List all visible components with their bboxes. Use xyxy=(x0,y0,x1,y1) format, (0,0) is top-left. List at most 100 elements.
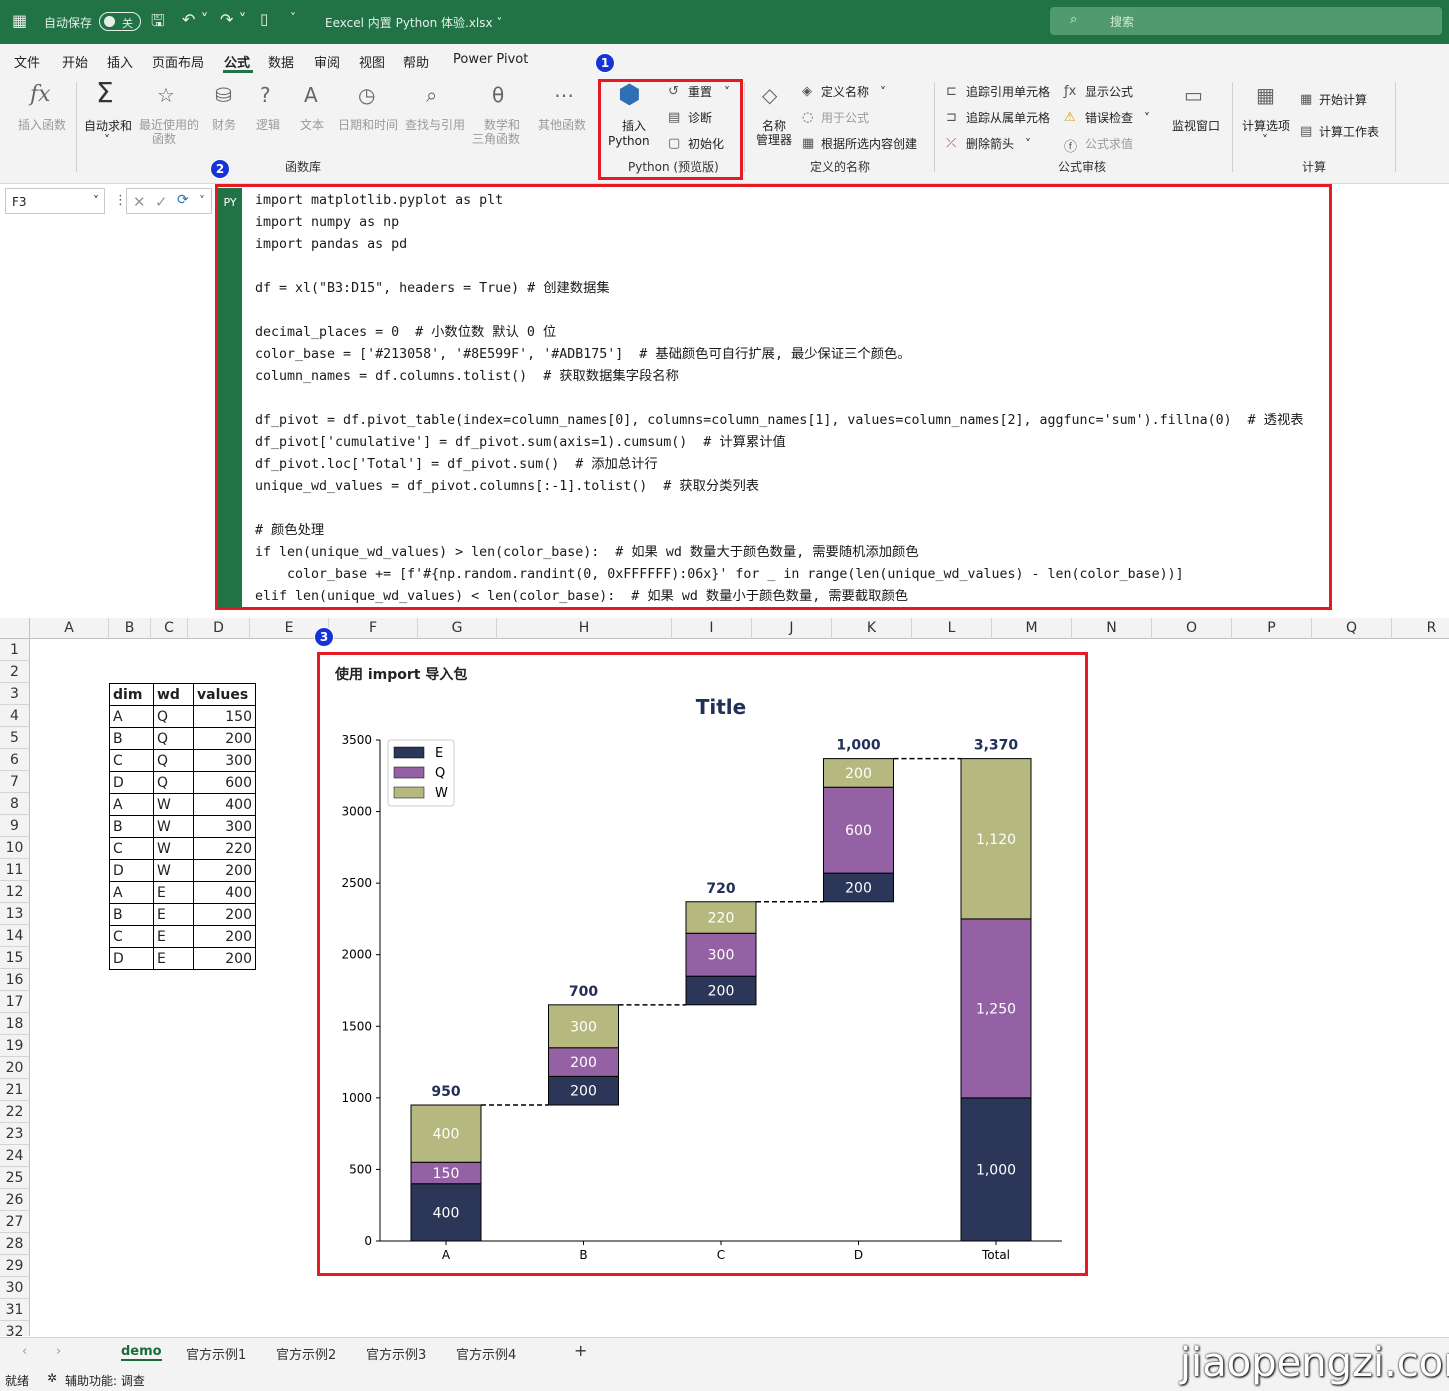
search-box[interactable]: ⌕ 搜索 xyxy=(1050,7,1442,35)
column-header[interactable]: L xyxy=(912,618,992,639)
column-header[interactable]: J xyxy=(752,618,832,639)
cancel-icon[interactable]: ✕ xyxy=(133,193,146,211)
row-header[interactable]: 24 xyxy=(0,1145,30,1167)
row-header[interactable]: 9 xyxy=(0,815,30,837)
tab-formulas[interactable]: 公式 xyxy=(224,52,250,71)
row-header[interactable]: 11 xyxy=(0,859,30,881)
table-cell[interactable]: 600 xyxy=(193,771,256,794)
column-header[interactable]: I xyxy=(672,618,752,639)
redo-icon[interactable]: ↷ ˅ xyxy=(220,10,247,29)
row-header[interactable]: 10 xyxy=(0,837,30,859)
column-header[interactable]: C xyxy=(151,618,188,639)
data-table[interactable]: dim wd values A Q 150 B Q 200 C Q 300 D Q 600 A W 400 B W 30… xyxy=(109,683,256,970)
table-cell[interactable]: A xyxy=(109,705,154,728)
row-header[interactable]: 15 xyxy=(0,947,30,969)
row-header[interactable]: 14 xyxy=(0,925,30,947)
name-box[interactable]: F3 ˅ xyxy=(5,188,105,214)
tab-data[interactable]: 数据 xyxy=(268,52,294,71)
column-header[interactable]: Q xyxy=(1312,618,1392,639)
table-cell[interactable]: 220 xyxy=(193,837,256,860)
table-cell[interactable]: Q xyxy=(153,771,194,794)
touch-mode-icon[interactable]: ▯ xyxy=(260,10,268,28)
row-header[interactable]: 3 xyxy=(0,683,30,705)
table-header[interactable]: dim xyxy=(109,683,154,706)
column-header[interactable]: F xyxy=(329,618,418,639)
tab-view[interactable]: 视图 xyxy=(359,52,385,71)
row-header[interactable]: 4 xyxy=(0,705,30,727)
table-cell[interactable]: A xyxy=(109,881,154,904)
table-cell[interactable]: 400 xyxy=(193,793,256,816)
table-cell[interactable]: 200 xyxy=(193,859,256,882)
table-cell[interactable]: Q xyxy=(153,705,194,728)
tab-help[interactable]: 帮助 xyxy=(403,52,429,71)
table-cell[interactable]: 400 xyxy=(193,881,256,904)
table-cell[interactable]: Q xyxy=(153,727,194,750)
tab-page-layout[interactable]: 页面布局 xyxy=(152,52,204,71)
column-header[interactable]: N xyxy=(1072,618,1152,639)
table-cell[interactable]: D xyxy=(109,947,154,970)
table-cell[interactable]: 200 xyxy=(193,925,256,948)
table-cell[interactable]: E xyxy=(153,881,194,904)
column-header[interactable]: R xyxy=(1392,618,1449,639)
table-cell[interactable]: C xyxy=(109,925,154,948)
table-cell[interactable]: E xyxy=(153,947,194,970)
table-cell[interactable]: 300 xyxy=(193,815,256,838)
row-header[interactable]: 13 xyxy=(0,903,30,925)
row-header[interactable]: 28 xyxy=(0,1233,30,1255)
row-header[interactable]: 6 xyxy=(0,749,30,771)
table-cell[interactable]: 200 xyxy=(193,947,256,970)
table-cell[interactable]: 200 xyxy=(193,903,256,926)
table-cell[interactable]: B xyxy=(109,727,154,750)
sheet-tab-demo[interactable]: demo xyxy=(121,1344,162,1361)
column-header[interactable]: D xyxy=(188,618,250,639)
table-cell[interactable]: W xyxy=(153,837,194,860)
file-name[interactable]: Eexcel 内置 Python 体验.xlsx ˅ xyxy=(325,14,502,31)
select-all-corner[interactable] xyxy=(0,618,30,639)
tab-review[interactable]: 审阅 xyxy=(314,52,340,71)
table-cell[interactable]: 300 xyxy=(193,749,256,772)
sheet-tab-example-2[interactable]: 官方示例2 xyxy=(276,1344,336,1363)
tab-file[interactable]: 文件 xyxy=(14,52,40,71)
column-header[interactable]: M xyxy=(992,618,1072,639)
table-cell[interactable]: A xyxy=(109,793,154,816)
column-header[interactable]: P xyxy=(1232,618,1312,639)
sheet-tab-example-1[interactable]: 官方示例1 xyxy=(186,1344,246,1363)
row-header[interactable]: 30 xyxy=(0,1277,30,1299)
table-cell[interactable]: Q xyxy=(153,749,194,772)
undo-icon[interactable]: ↶ ˅ xyxy=(182,10,209,29)
python-output-icon[interactable]: ⟳ xyxy=(177,192,189,208)
row-header[interactable]: 22 xyxy=(0,1101,30,1123)
autosave-toggle[interactable]: 关 xyxy=(99,12,141,31)
column-header[interactable]: B xyxy=(109,618,151,639)
row-header[interactable]: 5 xyxy=(0,727,30,749)
row-header[interactable]: 16 xyxy=(0,969,30,991)
table-cell[interactable]: 150 xyxy=(193,705,256,728)
row-header[interactable]: 27 xyxy=(0,1211,30,1233)
sheet-tab-example-4[interactable]: 官方示例4 xyxy=(456,1344,516,1363)
sheet-tab-example-3[interactable]: 官方示例3 xyxy=(366,1344,426,1363)
waterfall-chart[interactable]: 使用 import 导入包 Title 0 500 1000 1500 2000 2500 3… xyxy=(322,656,1084,1271)
table-cell[interactable]: E xyxy=(153,903,194,926)
row-header[interactable]: 20 xyxy=(0,1057,30,1079)
table-header[interactable]: wd xyxy=(153,683,194,706)
row-header[interactable]: 18 xyxy=(0,1013,30,1035)
table-cell[interactable]: B xyxy=(109,903,154,926)
table-cell[interactable]: C xyxy=(109,837,154,860)
row-header[interactable]: 12 xyxy=(0,881,30,903)
table-header[interactable]: values xyxy=(193,683,256,706)
tab-insert[interactable]: 插入 xyxy=(107,52,133,71)
table-cell[interactable]: E xyxy=(153,925,194,948)
row-header[interactable]: 1 xyxy=(0,639,30,661)
row-header[interactable]: 21 xyxy=(0,1079,30,1101)
row-header[interactable]: 17 xyxy=(0,991,30,1013)
python-code-editor[interactable]: import matplotlib.pyplot as plt import nu… xyxy=(255,190,1304,608)
row-header[interactable]: 29 xyxy=(0,1255,30,1277)
scroll-right-icon[interactable]: › xyxy=(56,1344,61,1359)
scroll-left-icon[interactable]: ‹ xyxy=(22,1344,27,1359)
table-cell[interactable]: B xyxy=(109,815,154,838)
customize-toolbar-icon[interactable]: ˅ xyxy=(290,11,296,25)
column-header[interactable]: K xyxy=(832,618,912,639)
column-header[interactable]: O xyxy=(1152,618,1232,639)
row-header[interactable]: 8 xyxy=(0,793,30,815)
status-accessibility[interactable]: 辅助功能: 调查 xyxy=(65,1372,145,1389)
